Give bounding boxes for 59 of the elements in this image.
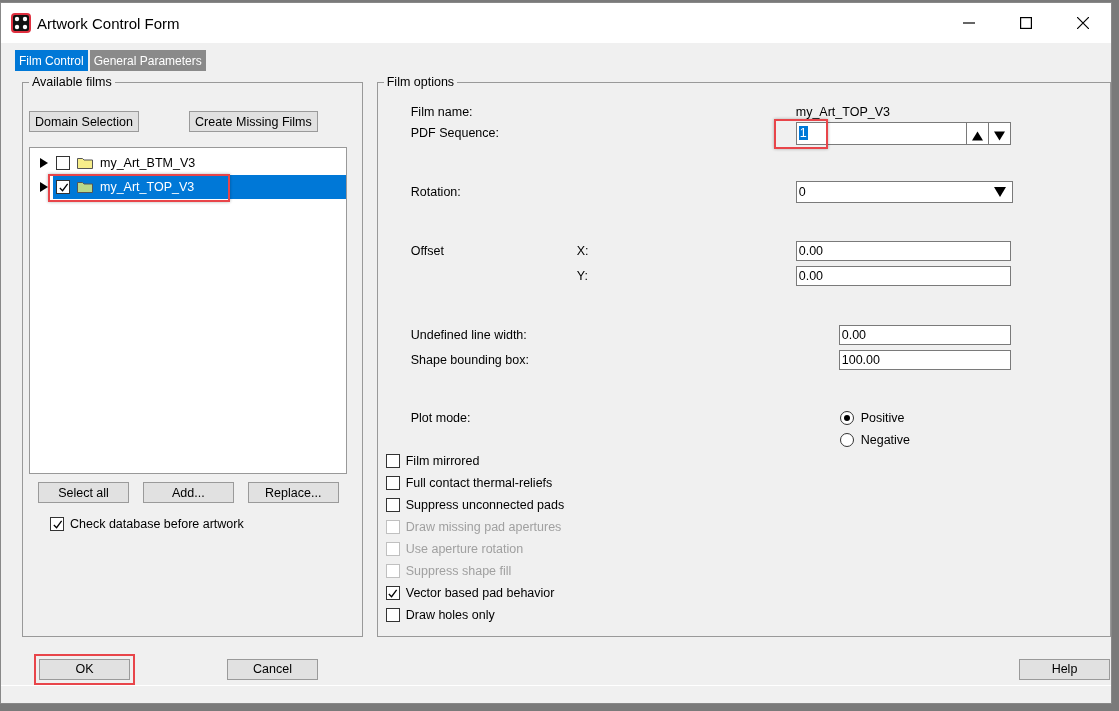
input-field[interactable]: 100.00 — [838, 350, 1011, 370]
field-label: PDF Sequence: — [410, 126, 500, 140]
dropdown-arrow-icon — [993, 187, 1006, 197]
checkbox-label: Suppress shape fill — [405, 564, 512, 578]
field-label: Y: — [576, 269, 589, 283]
push-button[interactable]: Replace... — [247, 482, 339, 503]
push-button[interactable]: Domain Selection — [29, 111, 139, 132]
checkbox[interactable] — [56, 156, 70, 170]
expand-arrow-icon[interactable] — [40, 182, 48, 192]
folder-icon — [77, 181, 93, 193]
radio-label: Positive — [860, 411, 905, 425]
checkbox-label: Film mirrored — [405, 454, 480, 468]
expand-arrow-icon[interactable] — [40, 158, 48, 168]
folder-icon — [77, 157, 93, 169]
field-label: Offset — [410, 244, 445, 258]
push-button[interactable]: Select all — [38, 482, 129, 503]
push-button[interactable]: Help — [1019, 658, 1110, 680]
tree-item[interactable]: my_Art_BTM_V3 — [53, 151, 346, 175]
checkbox-label: Suppress unconnected pads — [405, 498, 565, 512]
input-field[interactable]: 0.00 — [795, 241, 1011, 261]
tab[interactable]: Film Control — [15, 50, 88, 71]
radio-button[interactable] — [839, 411, 854, 425]
dropdown[interactable]: 0 — [795, 181, 1013, 203]
checkbox-label: Draw holes only — [405, 608, 495, 622]
checkbox-label: Use aperture rotation — [405, 542, 524, 556]
push-button[interactable]: Create Missing Films — [189, 111, 318, 132]
window-title: Artwork Control Form — [37, 14, 180, 32]
radio-label: Negative — [860, 433, 911, 447]
app-icon — [11, 13, 31, 33]
push-button[interactable]: Add... — [142, 482, 234, 503]
push-button[interactable]: OK — [34, 653, 135, 685]
field-label: Shape bounding box: — [410, 353, 530, 367]
field-label: Plot mode: — [410, 410, 472, 427]
radio-button[interactable] — [839, 433, 854, 447]
checkbox[interactable] — [385, 608, 400, 622]
field-label: Undefined line width: — [410, 328, 528, 342]
close-icon[interactable] — [1077, 17, 1089, 29]
checkbox[interactable] — [385, 586, 400, 600]
film-name-value: my_Art_TOP_V3 — [795, 105, 890, 119]
field-label: Rotation: — [410, 185, 462, 199]
field-label: Film name: — [410, 105, 474, 119]
group-title: Available films — [31, 75, 113, 89]
input-field[interactable]: 0.00 — [795, 266, 1011, 286]
checkbox[interactable] — [385, 454, 400, 468]
group-title: Film options — [385, 75, 456, 89]
checkbox-label: Draw missing pad apertures — [405, 520, 562, 534]
field-label: X: — [576, 244, 590, 258]
checkbox-label: Full contact thermal-reliefs — [405, 476, 553, 490]
checkbox[interactable] — [385, 498, 400, 512]
checkbox-label: Check database before artwork — [70, 517, 244, 531]
checkbox[interactable] — [50, 517, 64, 531]
maximize-icon[interactable] — [1020, 17, 1032, 29]
checkbox[interactable] — [56, 180, 70, 194]
input-field[interactable]: 0.00 — [838, 325, 1011, 345]
tree-item[interactable]: my_Art_TOP_V3 — [53, 175, 346, 199]
checkbox-label: Vector based pad behavior — [405, 586, 555, 600]
spin-field[interactable]: 1 — [795, 121, 1011, 145]
checkbox[interactable] — [385, 476, 400, 490]
push-button[interactable]: Cancel — [227, 658, 318, 680]
